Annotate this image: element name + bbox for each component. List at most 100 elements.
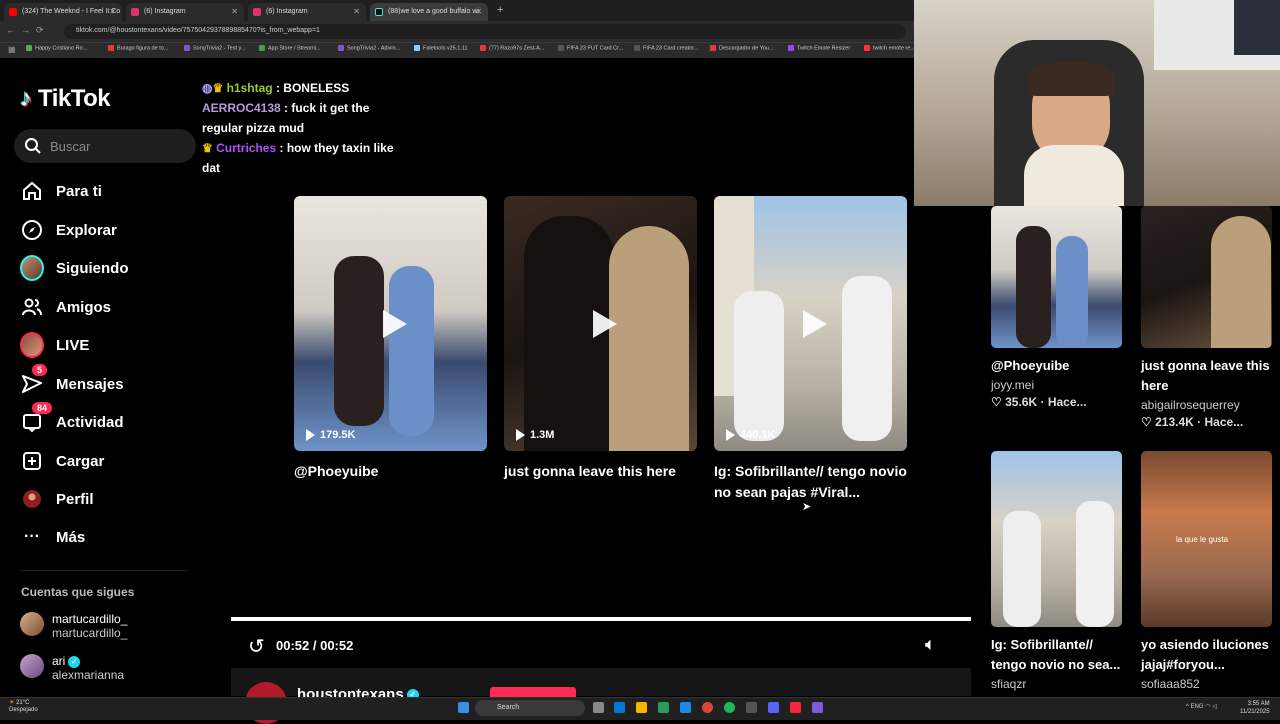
chrome-icon[interactable] bbox=[702, 702, 713, 713]
sidebar-item-mensajes[interactable]: 5 Mensajes bbox=[20, 364, 124, 399]
related-author[interactable]: abigailrosequerrey bbox=[1141, 398, 1272, 412]
crown-icon: ♛ bbox=[202, 141, 213, 155]
close-icon[interactable]: ✕ bbox=[353, 7, 360, 16]
weather-temp: 21°C bbox=[16, 700, 30, 706]
sidebar-item-label: Explorar bbox=[56, 221, 117, 239]
related-video-card[interactable]: la que le gusta yo asiendo iluciones jaj… bbox=[1141, 451, 1272, 691]
store-icon[interactable] bbox=[658, 702, 669, 713]
apps-icon[interactable]: ▦ bbox=[8, 45, 16, 54]
sidebar-item-mas[interactable]: ··· Más bbox=[20, 522, 85, 552]
close-icon[interactable]: ✕ bbox=[109, 7, 116, 16]
video-description[interactable]: Ig: Sofibrillante// tengo novio no sean … bbox=[714, 461, 907, 503]
video-thumbnail[interactable]: 1.3M bbox=[504, 196, 697, 451]
compass-icon bbox=[20, 218, 44, 242]
task-view-icon[interactable] bbox=[593, 702, 604, 713]
search-input[interactable]: Buscar bbox=[14, 129, 196, 163]
file-explorer-icon[interactable] bbox=[636, 702, 647, 713]
play-icon[interactable] bbox=[581, 304, 621, 344]
bookmark-item[interactable]: Twitch Emote Resizer bbox=[788, 45, 850, 51]
related-thumbnail[interactable]: la que le gusta bbox=[1141, 451, 1272, 627]
video-card[interactable]: 179.5K @Phoeyuibe bbox=[294, 196, 487, 482]
bookmark-item[interactable]: (77) Razo97s Zest-A... bbox=[480, 45, 544, 51]
chat-username: AERROC4138 bbox=[202, 101, 281, 115]
bookmark-item[interactable]: App Store / Streami... bbox=[259, 45, 321, 51]
taskbar-clock[interactable]: 3:55 AM 11/21/2025 bbox=[1240, 700, 1270, 716]
video-card[interactable]: 440.1K Ig: Sofibrillante// tengo novio n… bbox=[714, 196, 907, 503]
streamer-shirt bbox=[1024, 145, 1124, 206]
related-video-card[interactable]: Ig: Sofibrillante// tengo novio no sea..… bbox=[991, 451, 1122, 691]
windows-start-icon[interactable] bbox=[458, 702, 469, 713]
sidebar-item-perfil[interactable]: Perfil bbox=[20, 484, 94, 514]
new-tab-button[interactable]: + bbox=[497, 4, 503, 16]
video-description[interactable]: @Phoeyuibe bbox=[294, 461, 487, 482]
discord-icon[interactable] bbox=[768, 702, 779, 713]
bookmark-label: Descargador de You... bbox=[719, 45, 774, 52]
mail-icon[interactable] bbox=[680, 702, 691, 713]
bookmark-item[interactable]: Faletools v25.1.11 bbox=[414, 45, 468, 51]
chat-text: BONELESS bbox=[283, 81, 350, 95]
video-card[interactable]: 1.3M just gonna leave this here bbox=[504, 196, 697, 482]
related-author[interactable]: sfiaqzr bbox=[991, 677, 1122, 691]
related-author[interactable]: joyy.mei bbox=[991, 378, 1122, 392]
bookmark-item[interactable]: SongTrivia2 - Test y... bbox=[184, 45, 245, 51]
spotify-icon[interactable] bbox=[724, 702, 735, 713]
bookmark-item[interactable]: FIFA 23 FUT Card Cr... bbox=[558, 45, 623, 51]
avatar bbox=[20, 612, 44, 636]
browser-tab[interactable]: (6) Instagram ✕ bbox=[248, 3, 366, 21]
related-video-card[interactable]: just gonna leave this here abigailrosequ… bbox=[1141, 206, 1272, 429]
browser-tab[interactable]: (324) The Weeknd - I Feel It Co ✕ bbox=[4, 3, 122, 21]
tiktok-logo[interactable]: ♪ TikTok bbox=[20, 84, 111, 114]
url-input[interactable]: tiktok.com/@houstontexans/video/75750429… bbox=[64, 24, 906, 39]
sidebar-item-para-ti[interactable]: Para ti bbox=[20, 176, 102, 206]
video-thumbnail[interactable]: 440.1K bbox=[714, 196, 907, 451]
sidebar-item-explorar[interactable]: Explorar bbox=[20, 215, 117, 245]
bookmark-icon bbox=[26, 45, 32, 51]
post-time: Hace... bbox=[1204, 415, 1244, 429]
bookmark-item[interactable]: SongTrivia2 - Adivin... bbox=[338, 45, 400, 51]
related-thumbnail[interactable] bbox=[1141, 206, 1272, 348]
bookmark-label: twitch emote re... bbox=[873, 45, 915, 52]
sidebar-item-cargar[interactable]: Cargar bbox=[20, 446, 104, 476]
language-indicator: ENG bbox=[1190, 704, 1204, 710]
video-description[interactable]: just gonna leave this here bbox=[504, 461, 697, 482]
browser-tab[interactable]: (6) Instagram ✕ bbox=[126, 3, 244, 21]
replay-icon[interactable]: ↺ bbox=[248, 634, 265, 659]
followed-account[interactable]: martucardillo_ martucardillo_ bbox=[20, 612, 127, 640]
related-video-card[interactable]: @Phoeyuibe joyy.mei ♡ 35.6K · Hace... bbox=[991, 206, 1122, 409]
play-small-icon bbox=[306, 429, 315, 441]
app-icon[interactable] bbox=[812, 702, 823, 713]
related-author[interactable]: sofiaaa852 bbox=[1141, 677, 1272, 691]
sidebar-item-amigos[interactable]: Amigos bbox=[20, 292, 111, 322]
system-tray[interactable]: ^ ENG ◠ ◁ bbox=[1186, 703, 1217, 710]
bookmark-icon bbox=[108, 45, 114, 51]
navigation-buttons[interactable]: ←→⟳ bbox=[6, 25, 50, 36]
close-icon[interactable]: ✕ bbox=[475, 7, 482, 16]
bookmark-item[interactable]: Descargador de You... bbox=[710, 45, 773, 51]
play-icon[interactable] bbox=[371, 304, 411, 344]
sidebar-item-live[interactable]: LIVE bbox=[20, 330, 89, 360]
bookmark-item[interactable]: FIFA 23 Card creator... bbox=[634, 45, 698, 51]
volume-icon[interactable]: 🔈︎ bbox=[925, 634, 936, 655]
sidebar-item-actividad[interactable]: 84 Actividad bbox=[20, 402, 124, 437]
bookmark-item[interactable]: Burago figura de to... bbox=[108, 45, 168, 51]
bookmark-item[interactable]: Happy Cristiano Ro... bbox=[26, 45, 87, 51]
chat-username: Curtriches bbox=[216, 141, 277, 155]
related-likes: ♡ 35.6K · Hace... bbox=[991, 395, 1087, 409]
edge-icon[interactable] bbox=[614, 702, 625, 713]
bookmark-item[interactable]: twitch emote re... bbox=[864, 45, 915, 51]
sidebar-item-siguiendo[interactable]: Siguiendo bbox=[20, 253, 129, 283]
followed-account[interactable]: ari ✓ alexmarianna bbox=[20, 654, 124, 682]
taskbar-search[interactable]: Search bbox=[475, 700, 585, 716]
thumbnail-caption: la que le gusta bbox=[1176, 535, 1229, 544]
following-section-title: Cuentas que sigues bbox=[21, 585, 135, 599]
weather-widget[interactable]: ☀ 21°C Despejado bbox=[9, 700, 38, 714]
app-icon[interactable] bbox=[746, 702, 757, 713]
music-icon[interactable] bbox=[790, 702, 801, 713]
inbox-icon: 84 bbox=[20, 402, 53, 434]
browser-tab-active[interactable]: (88)we love a good buffalo wi ✕ bbox=[370, 3, 488, 21]
play-icon[interactable] bbox=[791, 304, 831, 344]
related-thumbnail[interactable] bbox=[991, 451, 1122, 627]
close-icon[interactable]: ✕ bbox=[231, 7, 238, 16]
video-thumbnail[interactable]: 179.5K bbox=[294, 196, 487, 451]
related-thumbnail[interactable] bbox=[991, 206, 1122, 348]
